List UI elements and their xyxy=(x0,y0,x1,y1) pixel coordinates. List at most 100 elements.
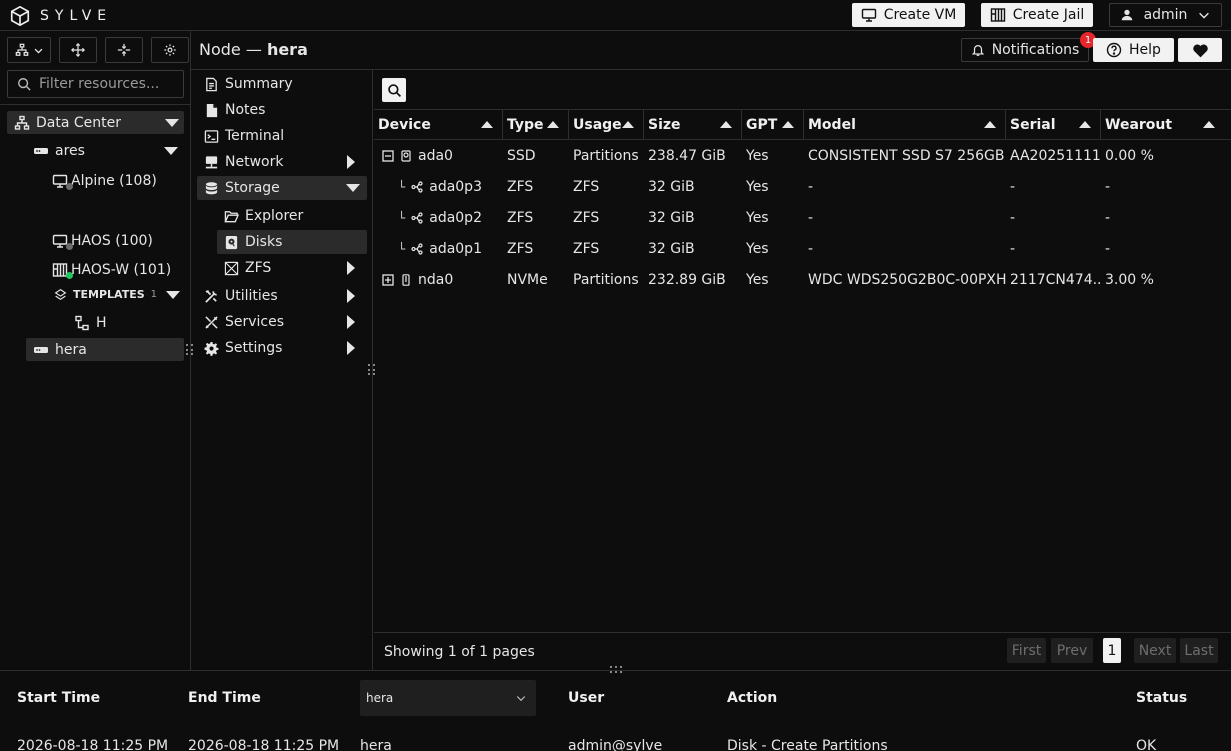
hierarchy-icon xyxy=(14,115,30,130)
table-row[interactable]: └ ada0p2 ZFS ZFS 32 GiB Yes - - - xyxy=(374,202,1231,233)
view-mode-dropdown[interactable] xyxy=(7,37,51,63)
collapse-minus-icon[interactable] xyxy=(382,149,394,162)
sort-asc-icon[interactable] xyxy=(720,121,732,128)
column-header-user[interactable]: User xyxy=(568,690,604,706)
column-header-type[interactable]: Type xyxy=(503,110,569,140)
status-dot xyxy=(66,183,73,190)
resize-handle-icon[interactable] xyxy=(610,666,624,674)
database-icon xyxy=(205,181,218,194)
collapse-icon xyxy=(117,43,131,57)
search-button[interactable] xyxy=(382,78,406,102)
table-row[interactable]: nda0 NVMe Partitions 232.89 GiB Yes WDC … xyxy=(374,264,1231,295)
menu-item-notes[interactable]: Notes xyxy=(197,98,367,122)
expand-all-button[interactable] xyxy=(59,37,97,63)
gpt-cell: Yes xyxy=(746,240,769,257)
sort-asc-icon[interactable] xyxy=(782,121,794,128)
notifications-button[interactable]: Notifications xyxy=(961,38,1089,62)
tree-item-haos-w[interactable]: HAOS-W (101) xyxy=(52,258,184,281)
tree-item-label: HAOS-W (101) xyxy=(71,261,172,278)
node-filter-value: hera xyxy=(366,691,394,705)
create-vm-button[interactable]: Create VM xyxy=(852,3,965,27)
document-icon xyxy=(206,77,217,91)
column-header-start-time[interactable]: Start Time xyxy=(17,690,100,706)
help-label: Help xyxy=(1129,42,1161,58)
chevron-down-icon[interactable] xyxy=(165,119,179,127)
resource-sidebar: Filter resources... Data Center ares Alp… xyxy=(0,31,193,670)
menu-item-terminal[interactable]: Terminal xyxy=(197,124,367,148)
column-header-serial[interactable]: Serial xyxy=(1006,110,1101,140)
create-jail-button[interactable]: Create Jail xyxy=(981,3,1093,27)
sidebar-settings-button[interactable] xyxy=(151,37,189,63)
disks-panel: Device Type Usage Size GPT Model Serial … xyxy=(374,70,1231,670)
expand-plus-icon[interactable] xyxy=(382,273,394,286)
tree-item-hera[interactable]: hera xyxy=(26,338,184,361)
column-header-wearout[interactable]: Wearout xyxy=(1101,110,1224,140)
menu-item-settings[interactable]: Settings xyxy=(197,336,367,360)
help-button[interactable]: Help xyxy=(1093,38,1174,62)
sort-asc-icon[interactable] xyxy=(547,121,559,128)
sort-asc-icon[interactable] xyxy=(481,121,493,128)
user-icon xyxy=(1121,9,1132,21)
column-header-action[interactable]: Action xyxy=(727,690,777,706)
partition-icon xyxy=(411,211,423,224)
column-header-status[interactable]: Status xyxy=(1136,690,1187,706)
model-cell: WDC WDS250G2B0C-00PXH0 xyxy=(808,271,1006,288)
menu-item-explorer[interactable]: Explorer xyxy=(217,204,367,228)
tree-item-ares[interactable]: ares xyxy=(33,139,184,162)
terminal-icon xyxy=(204,129,219,143)
menu-item-utilities[interactable]: Utilities xyxy=(197,284,367,308)
column-header-device[interactable]: Device xyxy=(374,110,503,140)
sort-asc-icon[interactable] xyxy=(1203,121,1215,128)
table-row[interactable]: ada0 SSD Partitions 238.47 GiB Yes CONSI… xyxy=(374,140,1231,171)
sort-asc-icon[interactable] xyxy=(622,121,634,128)
tree-item-templates[interactable]: TEMPLATES 1 xyxy=(54,283,184,306)
prev-page-button[interactable]: Prev xyxy=(1051,638,1093,663)
tree-branch-icon: └ xyxy=(398,179,406,194)
pagination: Showing 1 of 1 pages First Prev 1 Next L… xyxy=(374,632,1231,670)
column-header-gpt[interactable]: GPT xyxy=(742,110,804,140)
chevron-down-icon[interactable] xyxy=(164,147,178,155)
column-header-size[interactable]: Size xyxy=(644,110,742,140)
log-action: Disk - Create Partitions xyxy=(727,738,888,751)
status-dot xyxy=(66,272,73,279)
menu-item-services[interactable]: Services xyxy=(197,310,367,334)
sort-asc-icon[interactable] xyxy=(1079,121,1091,128)
tree-item-label: ares xyxy=(55,142,85,159)
menu-item-storage[interactable]: Storage xyxy=(197,176,367,200)
app-logo[interactable]: SYLVE xyxy=(9,5,112,27)
menu-item-network[interactable]: Network xyxy=(197,150,367,174)
tree-item-template-h[interactable]: H xyxy=(74,311,184,334)
sort-asc-icon[interactable] xyxy=(984,121,996,128)
monitor-icon xyxy=(861,8,876,22)
column-header-usage[interactable]: Usage xyxy=(569,110,644,140)
user-menu-button[interactable]: admin xyxy=(1109,3,1222,27)
table-row[interactable]: └ ada0p1 ZFS ZFS 32 GiB Yes - - - xyxy=(374,233,1231,264)
node-name: hera xyxy=(266,40,308,59)
tree-item-alpine[interactable]: Alpine (108) xyxy=(52,169,184,192)
menu-item-disks[interactable]: Disks xyxy=(217,230,367,254)
current-page-button[interactable]: 1 xyxy=(1103,638,1121,663)
column-header-model[interactable]: Model xyxy=(804,110,1006,140)
filter-resources-input[interactable]: Filter resources... xyxy=(7,70,184,98)
column-header-end-time[interactable]: End Time xyxy=(188,690,261,706)
first-page-button[interactable]: First xyxy=(1007,638,1046,663)
table-row[interactable]: └ ada0p3 ZFS ZFS 32 GiB Yes - - - xyxy=(374,171,1231,202)
tree-item-datacenter[interactable]: Data Center xyxy=(7,111,184,134)
hard-disk-icon xyxy=(401,149,411,162)
model-cell: - xyxy=(808,209,814,226)
menu-item-zfs[interactable]: ZFS xyxy=(217,256,367,280)
size-cell: 32 GiB xyxy=(648,209,695,226)
next-page-button[interactable]: Next xyxy=(1134,638,1176,663)
layers-icon xyxy=(54,288,67,301)
hierarchy-icon xyxy=(15,43,28,56)
log-end-time: 2026-08-18 11:25 PM xyxy=(188,738,340,751)
tree-item-haos[interactable]: HAOS (100) xyxy=(52,229,184,252)
menu-item-label: Services xyxy=(225,314,285,330)
notifications-label: Notifications xyxy=(991,42,1080,58)
donate-button[interactable] xyxy=(1178,38,1222,62)
last-page-button[interactable]: Last xyxy=(1180,638,1218,663)
chevron-down-icon[interactable] xyxy=(166,291,180,299)
node-filter-select[interactable]: hera xyxy=(360,680,536,716)
collapse-all-button[interactable] xyxy=(105,37,143,63)
menu-item-summary[interactable]: Summary xyxy=(197,72,367,96)
